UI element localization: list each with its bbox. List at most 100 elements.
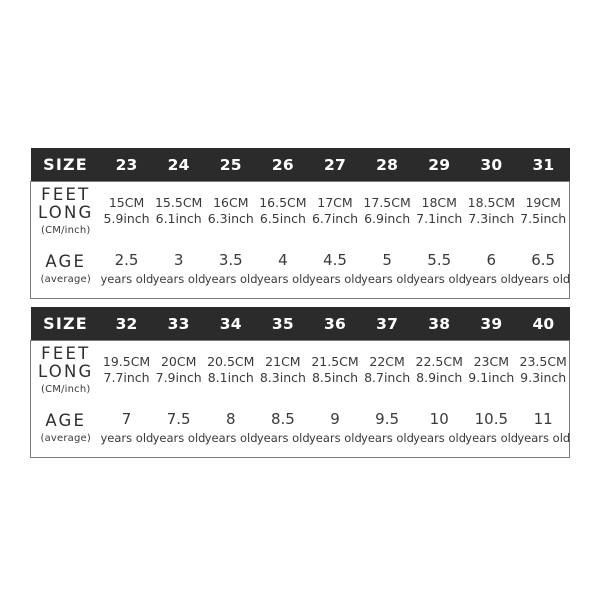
cell-cm: 23.5CM (519, 353, 567, 369)
table-cell-age: 6 years old (465, 240, 518, 299)
cell-stack: 7.5 years old (153, 410, 206, 446)
cell-age-value: 11 (533, 410, 553, 429)
cell-stack: 17.5CM 6.9inch (361, 195, 413, 228)
cell-age-value: 10 (429, 410, 449, 429)
table-cell-feet: 21.5CM 8.5inch (308, 340, 362, 399)
cell-inch: 7.1inch (416, 211, 463, 226)
cell-stack: 23CM 9.1inch (465, 354, 517, 387)
table-cell-age: 5 years old (361, 240, 414, 299)
cell-age-unit: years old (100, 271, 154, 286)
cell-age-unit: years old (152, 271, 206, 286)
row-label-unit: (average) (40, 273, 92, 285)
cell-age-unit: years old (256, 430, 310, 445)
cell-age-unit: years old (413, 271, 466, 286)
cell-age-value: 3.5 (218, 251, 243, 270)
header-size-cell: 35 (271, 314, 294, 333)
cell-stack: 2.5 years old (100, 251, 154, 287)
header-size-cell: 33 (167, 314, 190, 333)
cell-inch: 7.7inch (103, 370, 150, 385)
cell-age-unit: years old (308, 271, 362, 286)
table-cell-age: 9 years old (308, 399, 362, 458)
cell-age-value: 5.5 (427, 251, 452, 270)
cell-age-value: 4.5 (323, 251, 347, 270)
header-size-cell: 30 (480, 155, 503, 174)
header-size-cell: 34 (219, 314, 242, 333)
row-label-feet-long: FEET LONG (CM/inch) (30, 340, 101, 399)
cell-stack: 11 years old (517, 410, 570, 446)
table-cell-feet: 17CM 6.7inch (308, 181, 362, 240)
header-size-cell: 28 (376, 155, 399, 174)
cell-stack: 15.5CM 6.1inch (153, 195, 205, 228)
cell-cm: 22CM (369, 353, 405, 369)
header-size-cell: 29 (428, 155, 451, 174)
cell-stack: 19CM 7.5inch (517, 195, 569, 228)
row-label-line1: FEET (41, 343, 91, 363)
table-cell-feet: 15.5CM 6.1inch (152, 181, 205, 240)
cell-age-unit: years old (361, 271, 414, 286)
table-cell-feet: 19.5CM 7.7inch (100, 340, 153, 399)
cell-cm: 21CM (265, 353, 301, 369)
table-cell-age: 4 years old (256, 240, 310, 299)
cell-cm: 20.5CM (207, 353, 255, 369)
row-label-unit: (average) (40, 432, 92, 444)
cell-stack: 8.5 years old (256, 410, 310, 446)
table-cell-feet: 22.5CM 8.9inch (413, 340, 466, 399)
cell-age-value: 10.5 (474, 410, 509, 429)
cell-age-value: 6.5 (531, 251, 556, 270)
cell-age-unit: years old (100, 430, 154, 445)
cell-stack: 20CM 7.9inch (153, 354, 205, 387)
table-row-feet-long: FEET LONG (CM/inch) 19.5CM 7.7inch 20CM 7.… (30, 340, 571, 399)
table-cell-feet: 23.5CM 9.3inch (517, 340, 571, 399)
table-cell-age: 7 years old (100, 399, 154, 458)
table-cell-feet: 16CM 6.3inch (204, 181, 257, 240)
cell-stack: 6 years old (465, 251, 518, 287)
cell-stack: 9 years old (309, 410, 362, 446)
row-label-line1: AGE (45, 411, 87, 431)
cell-inch: 6.5inch (259, 211, 306, 226)
table-cell-feet: 21CM 8.3inch (256, 340, 309, 399)
table-cell-age: 4.5 years old (308, 240, 362, 299)
table-cell-feet: 17.5CM 6.9inch (361, 181, 414, 240)
cell-cm: 17.5CM (363, 194, 411, 210)
cell-age-unit: years old (204, 271, 258, 286)
table-cell-feet: 19CM 7.5inch (517, 181, 571, 240)
cell-stack: 16.5CM 6.5inch (257, 195, 309, 228)
header-size-cell: 32 (115, 314, 138, 333)
row-label-age: AGE (average) (30, 240, 101, 299)
cell-stack: 20.5CM 8.1inch (205, 354, 257, 387)
row-label-stack: FEET LONG (CM/inch) (31, 343, 101, 395)
cell-cm: 15.5CM (154, 194, 203, 210)
header-size-cell: 36 (324, 314, 346, 333)
size-chart-block-2: SIZE 32 33 34 35 36 37 38 39 40 FEET LON… (30, 307, 570, 458)
cell-cm: 19CM (525, 194, 561, 210)
cell-stack: 4 years old (256, 251, 310, 287)
row-label-stack: FEET LONG (CM/inch) (31, 185, 101, 236)
size-table-1-head: SIZE 23 24 25 26 27 28 29 30 31 (30, 148, 570, 182)
table-cell-age: 11 years old (517, 399, 570, 458)
header-row: SIZE 23 24 25 26 27 28 29 30 31 (30, 148, 570, 182)
cell-age-unit: years old (204, 430, 258, 445)
cell-stack: 18.5CM 7.3inch (465, 195, 517, 228)
cell-stack: 4.5 years old (308, 251, 362, 287)
table-cell-feet: 15CM 5.9inch (100, 181, 153, 240)
cell-age-value: 8 (226, 410, 236, 429)
cell-cm: 22.5CM (415, 353, 463, 369)
cell-inch: 9.1inch (468, 370, 515, 385)
cell-stack: 22.5CM 8.9inch (413, 354, 465, 387)
header-size-cell: 24 (167, 155, 190, 174)
cell-inch: 6.3inch (207, 211, 254, 226)
cell-cm: 20CM (160, 353, 197, 369)
cell-inch: 7.3inch (468, 211, 515, 226)
row-label-line2: LONG (37, 362, 94, 382)
size-chart: SIZE 23 24 25 26 27 28 29 30 31 FEET LON… (30, 148, 570, 458)
table-cell-age: 8.5 years old (256, 399, 310, 458)
cell-age-unit: years old (256, 271, 310, 286)
table-cell-feet: 23CM 9.1inch (465, 340, 518, 399)
cell-age-value: 4 (278, 251, 288, 270)
cell-inch: 8.7inch (364, 370, 411, 385)
cell-cm: 16CM (213, 194, 249, 210)
cell-stack: 17CM 6.7inch (309, 195, 361, 228)
cell-stack: 21.5CM 8.5inch (309, 354, 361, 387)
cell-cm: 16.5CM (259, 194, 307, 210)
table-cell-age: 3 years old (152, 240, 206, 299)
